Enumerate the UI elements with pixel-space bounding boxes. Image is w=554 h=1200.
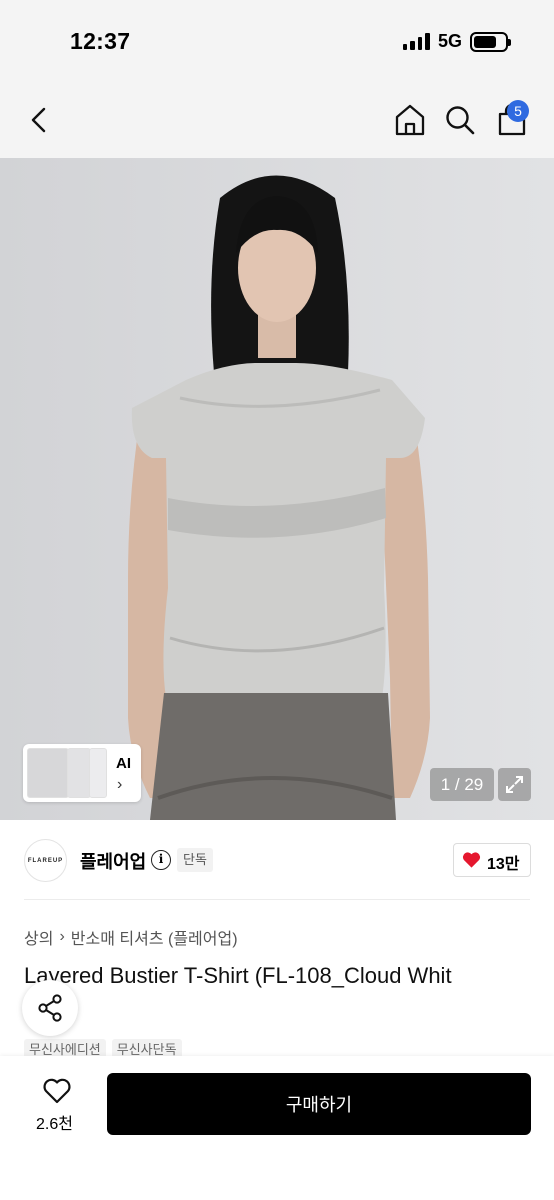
- ai-thumbnail-strip[interactable]: [23, 744, 141, 802]
- battery-icon: [470, 31, 511, 52]
- thumbnail: [67, 748, 91, 798]
- home-icon[interactable]: [394, 103, 426, 137]
- chevron-right-icon: ›: [117, 776, 123, 793]
- product-image[interactable]: [0, 158, 554, 820]
- chevron-left-icon[interactable]: [24, 104, 56, 136]
- breadcrumb-subcategory[interactable]: 반소매 티셔츠 (플레어업): [71, 925, 238, 949]
- share-button[interactable]: [22, 980, 78, 1036]
- expand-icon: [506, 776, 523, 793]
- exclusive-badge: 단독: [177, 848, 213, 872]
- brand-name[interactable]: 플레어업: [80, 848, 146, 874]
- status-bar: 12:37 5G: [0, 0, 554, 82]
- thumbnail: [27, 748, 69, 798]
- product-photo: [0, 158, 554, 820]
- ai-label[interactable]: AI: [116, 755, 131, 772]
- search-icon[interactable]: [444, 103, 476, 137]
- status-time: 12:37: [70, 28, 131, 54]
- breadcrumb-separator: ›: [59, 928, 65, 945]
- buy-button[interactable]: 구매하기: [107, 1073, 531, 1135]
- status-indicators: 5G: [402, 31, 511, 52]
- info-icon[interactable]: i: [151, 850, 171, 870]
- cart-badge: 5: [507, 100, 529, 122]
- expand-button[interactable]: [498, 768, 531, 801]
- like-count: 2.6천: [36, 1116, 73, 1133]
- share-icon: [38, 994, 62, 1022]
- thumbnail: [89, 748, 107, 798]
- breadcrumb: 상의 › 반소매 티셔츠 (플레어업): [24, 925, 238, 949]
- signal-icon: [402, 33, 430, 50]
- brand-like-count: 13만: [487, 856, 520, 873]
- brand-logo[interactable]: FLAREUP: [24, 839, 67, 882]
- heart-outline-icon[interactable]: [42, 1077, 72, 1105]
- image-page-counter: 1 / 29: [430, 768, 494, 801]
- product-title: Layered Bustier T-Shirt (FL-108_Cloud Wh…: [24, 963, 452, 988]
- heart-icon: [462, 852, 481, 868]
- network-type: 5G: [437, 31, 462, 51]
- divider: [24, 899, 530, 900]
- breadcrumb-category[interactable]: 상의: [24, 925, 53, 949]
